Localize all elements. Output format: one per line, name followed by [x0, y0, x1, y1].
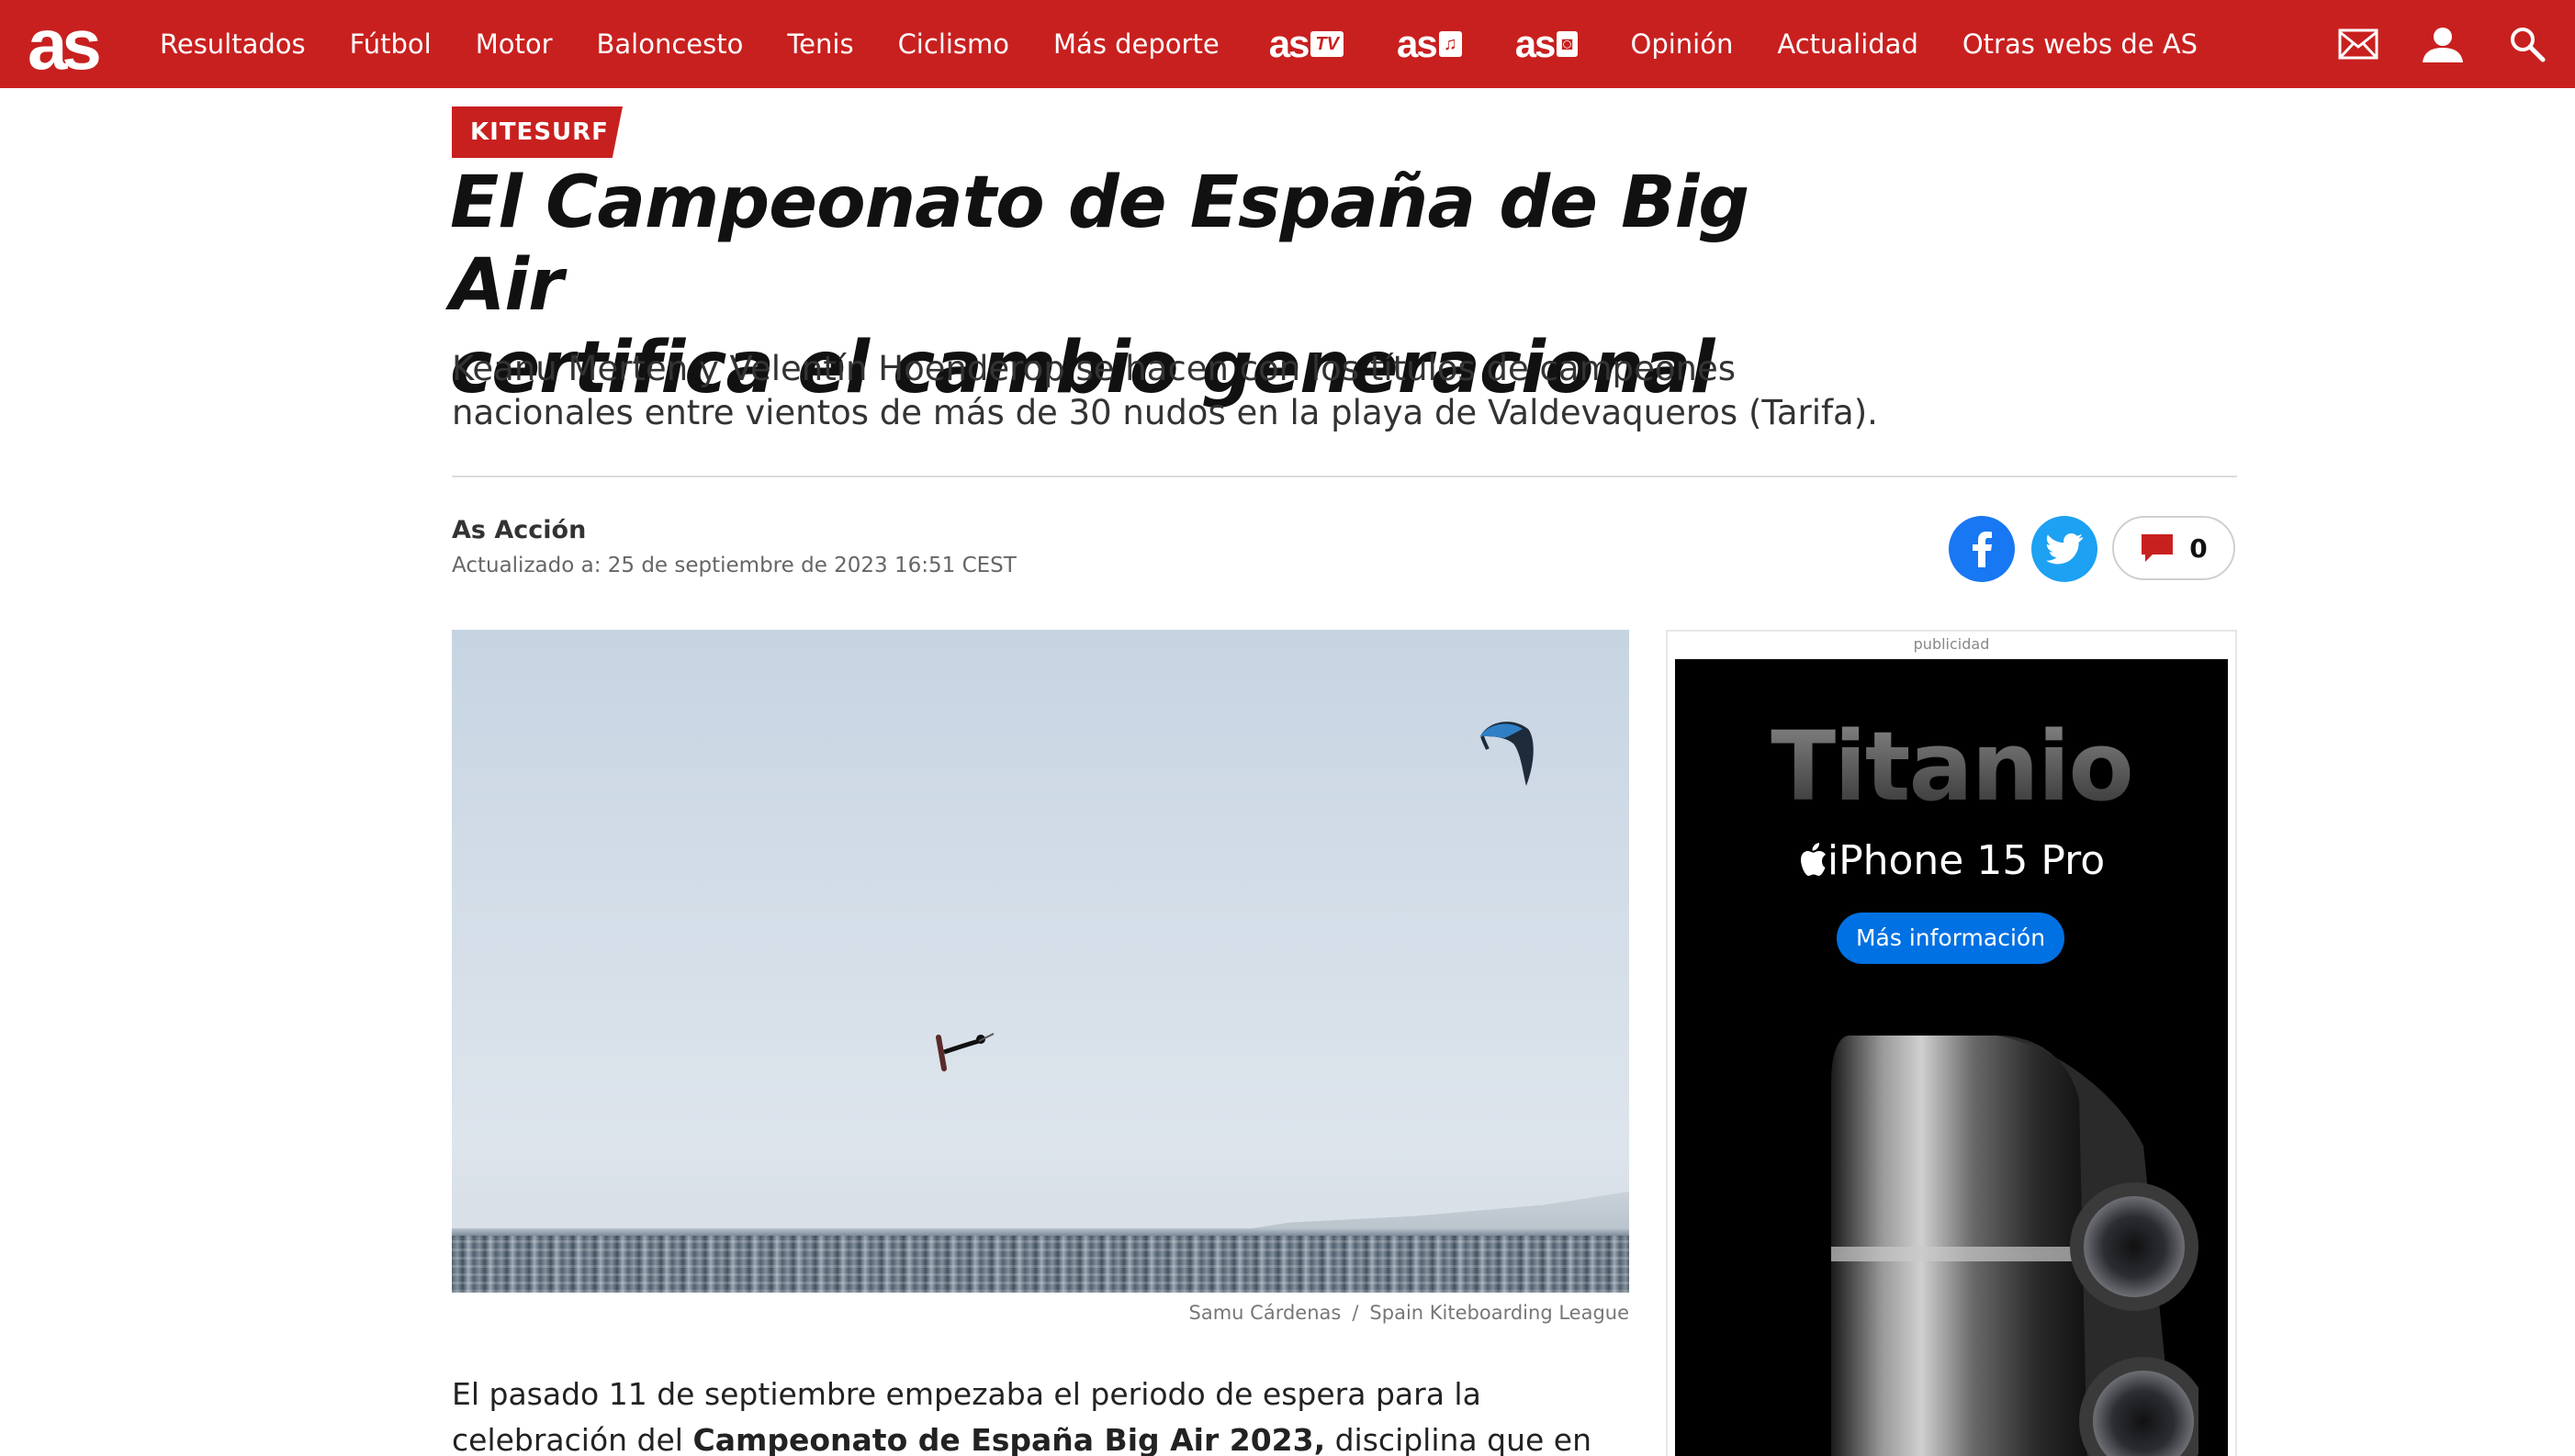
nav-item-opinion[interactable]: Opinión: [1631, 28, 1734, 60]
top-navigation-bar: as Resultados Fútbol Motor Baloncesto Te…: [0, 0, 2575, 88]
section-tag[interactable]: KITESURF: [452, 106, 623, 158]
updated-date: Actualizado a: 25 de septiembre de 2023 …: [452, 554, 1017, 577]
ad-label: publicidad: [1913, 635, 1990, 653]
nav-item-as-audio[interactable]: as ♫: [1397, 22, 1462, 66]
nav-item-as-tv[interactable]: as TV: [1269, 22, 1344, 66]
nav-item-ciclismo[interactable]: Ciclismo: [898, 28, 1009, 60]
kiteboarder-image: [936, 1033, 995, 1071]
facebook-icon: [1973, 532, 1992, 567]
iphone-product-image: [1831, 1036, 2198, 1456]
ad-cta-button[interactable]: Más información: [1837, 913, 2064, 964]
ad-title: Titanio: [1675, 711, 2228, 823]
nav-item-resultados[interactable]: Resultados: [160, 28, 306, 60]
headline-line-1: El Campeonato de España de Big Air: [450, 162, 1749, 327]
top-icons: [2331, 0, 2575, 88]
nav-item-actualidad[interactable]: Actualidad: [1777, 28, 1918, 60]
article-main-photo[interactable]: [452, 630, 1629, 1293]
twitter-icon: [2046, 533, 2083, 565]
photo-credit: Samu Cárdenas: [1188, 1302, 1342, 1324]
article-body-paragraph: El pasado 11 de septiembre empezaba el p…: [452, 1372, 1636, 1456]
ad-product-name: iPhone 15 Pro: [1827, 837, 2106, 884]
author-name[interactable]: As Acción: [452, 516, 586, 544]
as-audio-logo-text: as: [1396, 22, 1438, 65]
body-text-bold: Campeonato de España Big Air 2023,: [692, 1422, 1326, 1456]
as-logo[interactable]: as: [28, 6, 123, 83]
twitter-share-button[interactable]: [2031, 516, 2097, 582]
as-photo-logo-text: as: [1514, 22, 1557, 65]
apple-logo-icon: [1800, 843, 1826, 876]
main-nav: Resultados Fútbol Motor Baloncesto Tenis…: [160, 0, 2242, 88]
nav-item-otras-webs[interactable]: Otras webs de AS: [1962, 28, 2198, 60]
photo-source: Spain Kiteboarding League: [1369, 1302, 1629, 1324]
nav-item-futbol[interactable]: Fútbol: [350, 28, 432, 60]
comments-button[interactable]: 0: [2112, 516, 2235, 580]
caption-separator: /: [1352, 1302, 1359, 1324]
ad-product-line: iPhone 15 Pro: [1675, 837, 2228, 884]
as-tv-badge: TV: [1310, 31, 1344, 57]
comment-icon: [2142, 534, 2174, 562]
nav-item-motor[interactable]: Motor: [476, 28, 553, 60]
facebook-share-button[interactable]: [1949, 516, 2015, 582]
article-subhead: Keanu Merten y Velentín Hoenderop se hac…: [452, 349, 1878, 432]
mail-icon[interactable]: [2331, 17, 2386, 72]
kite-image: [1480, 722, 1534, 786]
nav-item-as-photo[interactable]: as ◙: [1515, 22, 1578, 66]
as-tv-logo-text: as: [1268, 22, 1310, 65]
nav-item-baloncesto[interactable]: Baloncesto: [597, 28, 744, 60]
search-icon[interactable]: [2500, 17, 2555, 72]
nav-item-tenis[interactable]: Tenis: [787, 28, 853, 60]
as-audio-badge: ♫: [1438, 31, 1462, 57]
advertisement-box: publicidad Titanio iPhone 15 Pro Más inf…: [1666, 630, 2237, 1456]
photo-caption: Samu Cárdenas / Spain Kiteboarding League: [1189, 1302, 1629, 1324]
nav-item-mas-deporte[interactable]: Más deporte: [1053, 28, 1220, 60]
as-photo-badge: ◙: [1557, 31, 1578, 57]
sea-foam: [452, 1236, 1629, 1293]
header-divider: [452, 476, 2237, 477]
comments-count: 0: [2189, 532, 2208, 564]
user-icon[interactable]: [2415, 17, 2470, 72]
ad-creative[interactable]: Titanio iPhone 15 Pro Más información: [1675, 659, 2228, 1456]
